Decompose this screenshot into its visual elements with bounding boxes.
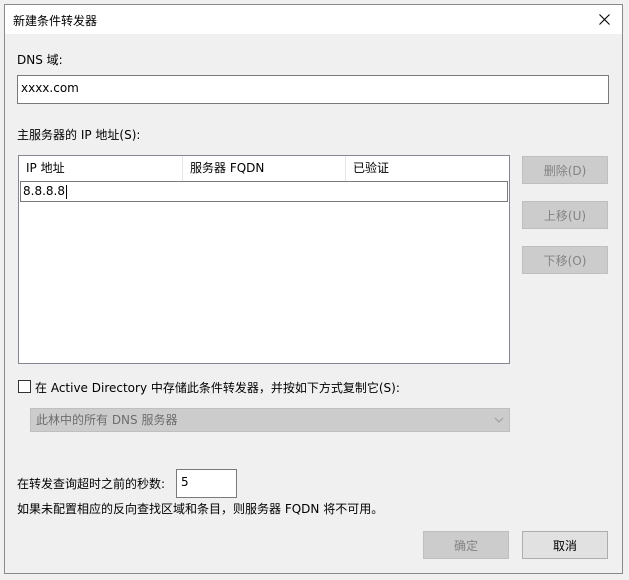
column-header-ip[interactable]: IP 地址 (19, 156, 183, 181)
column-header-fqdn-label: 服务器 FQDN (190, 161, 265, 175)
dns-domain-input[interactable]: xxxx.com (17, 75, 609, 104)
move-up-button-label: 上移(U) (543, 208, 587, 223)
ip-address-edit-field[interactable]: 8.8.8.8 (20, 181, 508, 202)
close-icon (598, 14, 610, 25)
text-caret (65, 184, 67, 199)
column-header-ip-label: IP 地址 (26, 161, 65, 175)
timeout-label: 在转发查询超时之前的秒数: (17, 477, 166, 491)
move-down-button[interactable]: 下移(O) (522, 246, 608, 274)
move-down-button-label: 下移(O) (543, 253, 587, 268)
ok-button[interactable]: 确定 (423, 531, 509, 559)
master-servers-list[interactable]: IP 地址 服务器 FQDN 已验证 8.8.8.8 (18, 155, 510, 364)
replication-scope-select[interactable]: 此林中的所有 DNS 服务器 (30, 408, 510, 432)
move-up-button[interactable]: 上移(U) (522, 201, 608, 229)
cancel-button-label: 取消 (552, 538, 577, 553)
replication-scope-value: 此林中的所有 DNS 服务器 (36, 413, 178, 427)
cancel-button[interactable]: 取消 (522, 531, 608, 559)
ip-address-edit-value: 8.8.8.8 (23, 184, 65, 198)
store-in-ad-label: 在 Active Directory 中存储此条件转发器，并按如下方式复制它(S… (35, 381, 400, 395)
new-conditional-forwarder-dialog: 新建条件转发器 DNS 域: xxxx.com 主服务器的 IP 地址(S): … (4, 4, 623, 574)
timeout-value: 5 (181, 475, 189, 489)
delete-button-label: 删除(D) (543, 163, 587, 178)
close-button[interactable] (586, 5, 622, 34)
ok-button-label: 确定 (453, 538, 478, 553)
timeout-input[interactable]: 5 (176, 469, 237, 498)
title-bar: 新建条件转发器 (5, 5, 622, 34)
list-header: IP 地址 服务器 FQDN 已验证 (19, 156, 509, 181)
dns-domain-label: DNS 域: (17, 53, 63, 67)
column-header-validated-label: 已验证 (353, 161, 390, 175)
master-servers-label: 主服务器的 IP 地址(S): (17, 128, 141, 142)
store-in-ad-checkbox[interactable] (18, 380, 31, 393)
dns-domain-value: xxxx.com (21, 81, 79, 95)
column-header-fqdn[interactable]: 服务器 FQDN (183, 156, 346, 181)
column-header-validated[interactable]: 已验证 (346, 156, 509, 181)
chevron-down-icon (494, 417, 504, 423)
delete-button[interactable]: 删除(D) (522, 156, 608, 184)
fqdn-note: 如果未配置相应的反向查找区域和条目，则服务器 FQDN 将不可用。 (17, 502, 384, 516)
dialog-title: 新建条件转发器 (13, 14, 98, 28)
